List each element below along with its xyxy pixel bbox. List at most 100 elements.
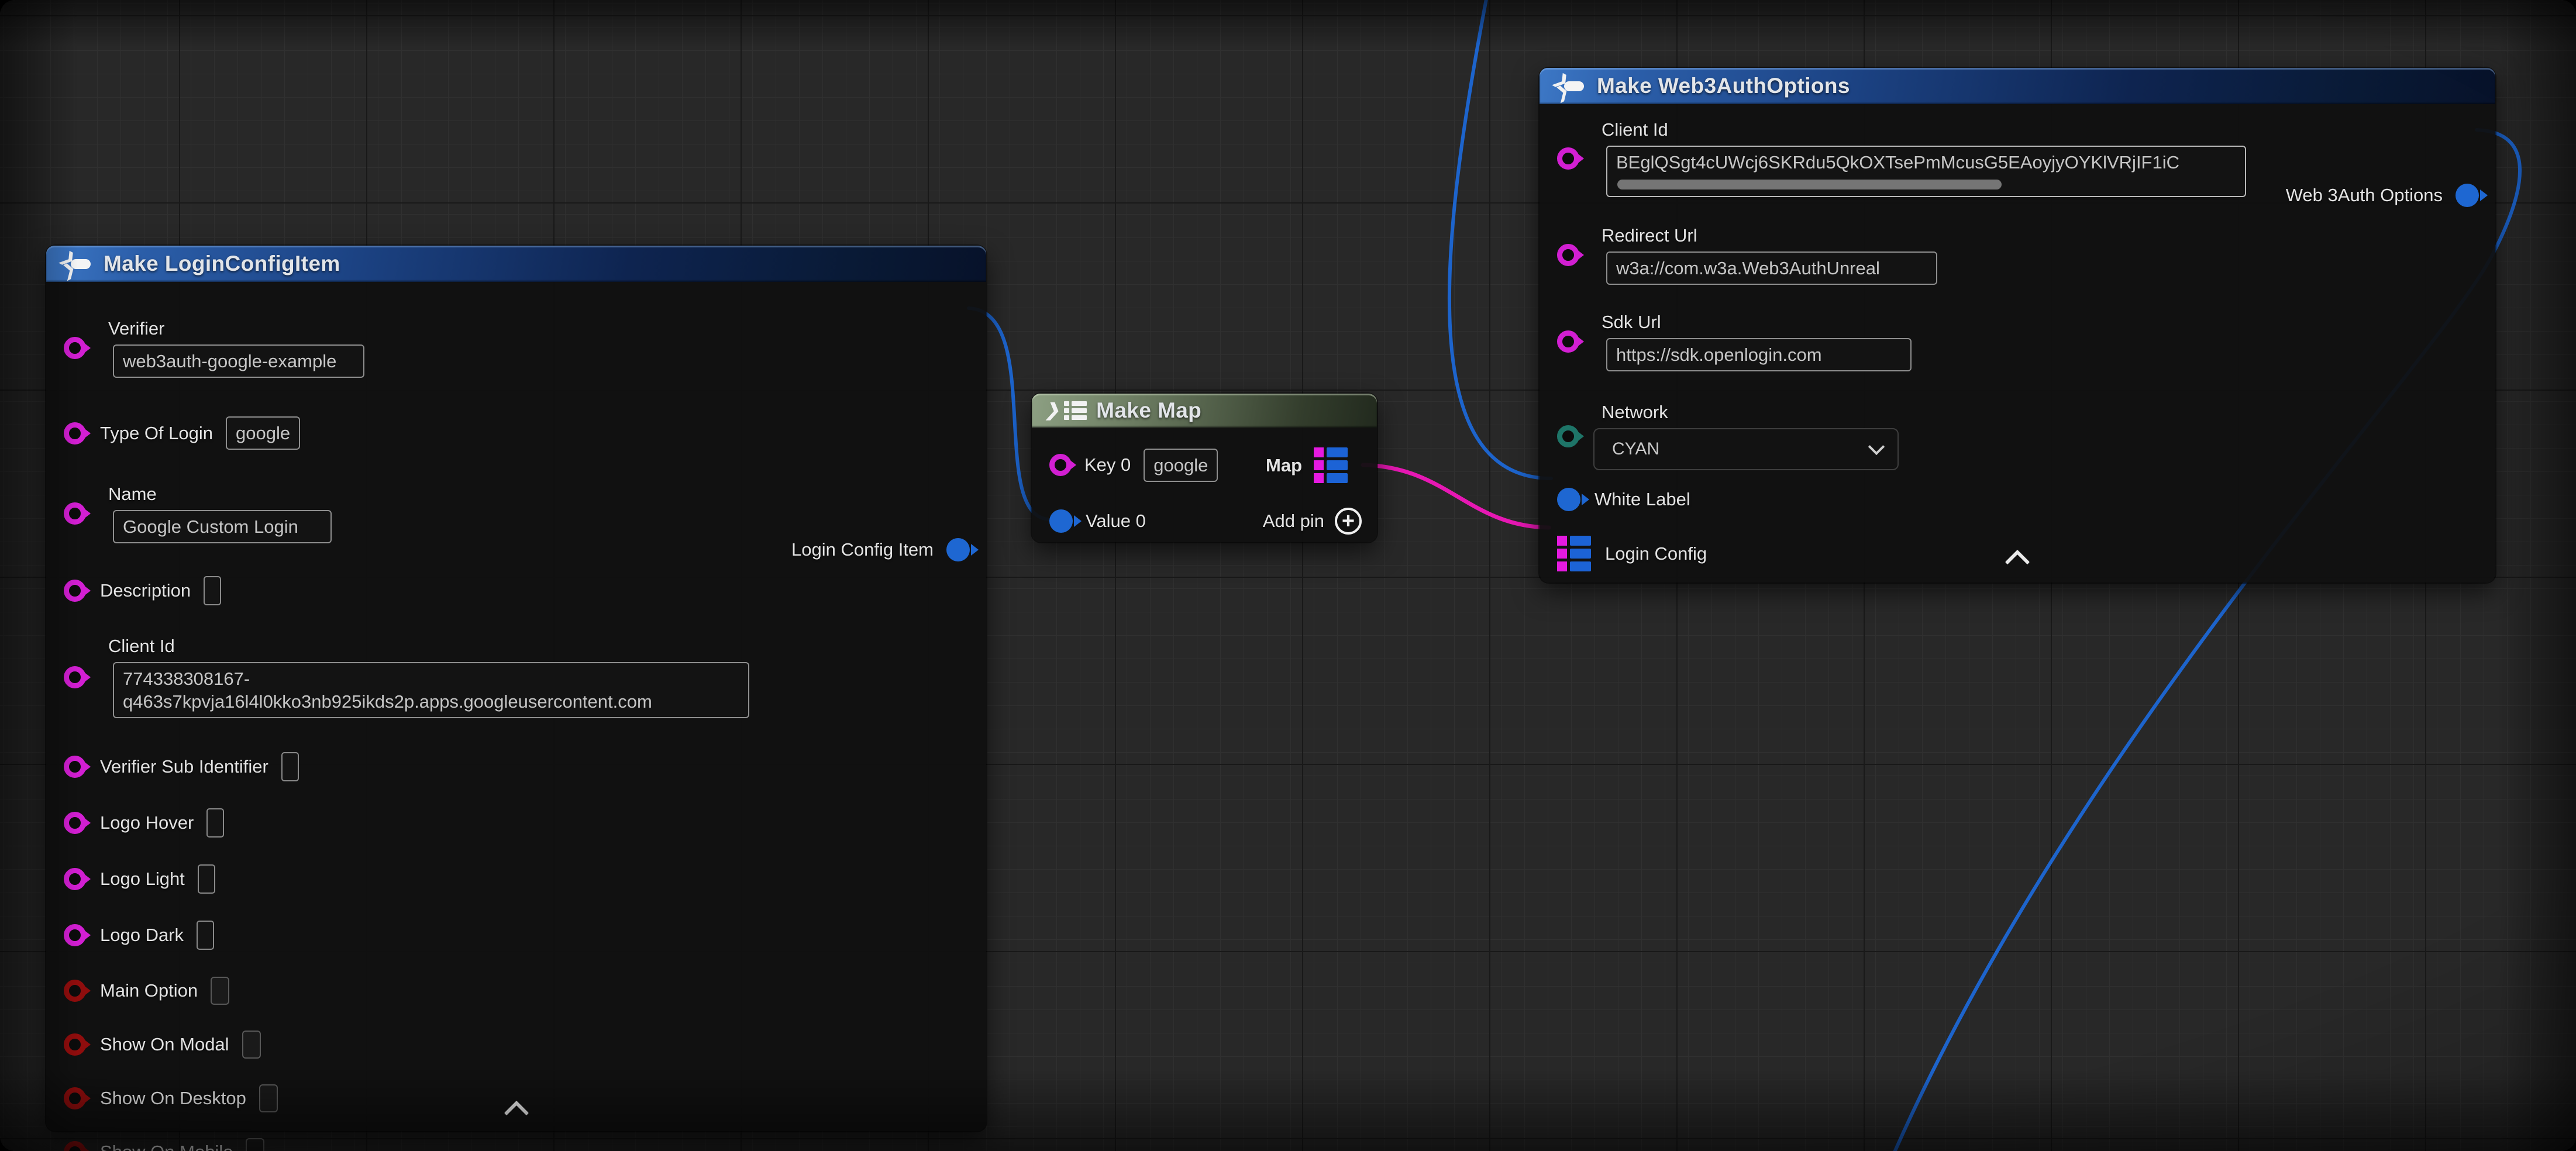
pin-row-show-on-desktop: Show On Desktop (46, 1084, 986, 1112)
network-selected-value: CYAN (1612, 439, 1659, 459)
bool-pin[interactable] (64, 1141, 86, 1151)
make-struct-icon: ❯❯ (1555, 73, 1585, 99)
pin-row-show-on-mobile: Show On Mobile (46, 1138, 986, 1151)
make-struct-icon: ❯❯ (61, 251, 92, 277)
node-make-web3authoptions[interactable]: ❯❯ Make Web3AuthOptions Web 3Auth Option… (1540, 68, 2495, 583)
pin-row-sdk-url: Sdk Url https://sdk.openlogin.com (1540, 312, 2495, 371)
pin-row-network: Network CYAN (1540, 402, 2495, 470)
pin-label: Verifier (108, 318, 364, 339)
row-key0-map: Key 0 google Map (1032, 447, 1377, 483)
pin-label: Redirect Url (1602, 225, 1937, 246)
bool-pin[interactable] (64, 1033, 86, 1056)
string-pin[interactable] (1049, 454, 1072, 476)
pin-row-verifier-sub-identifier: Verifier Sub Identifier (46, 752, 986, 781)
bool-pin[interactable] (64, 980, 86, 1002)
client-id-text: BEglQSgt4cUWcj6SKRdu5QkOXTsePmMcusG5EAoy… (1616, 151, 2236, 174)
show-on-modal-checkbox[interactable] (242, 1031, 261, 1059)
pin-row-logo-light: Logo Light (46, 864, 986, 894)
pin-label: Login Config (1605, 543, 1707, 564)
main-option-checkbox[interactable] (211, 977, 229, 1005)
string-pin[interactable] (1557, 330, 1579, 353)
pin-label: Key 0 (1084, 454, 1131, 475)
redirect-url-input[interactable]: w3a://com.w3a.Web3AuthUnreal (1606, 251, 1937, 285)
pin-row-logo-hover: Logo Hover (46, 808, 986, 838)
pin-label: Logo Hover (100, 812, 194, 833)
string-pin[interactable] (64, 422, 86, 444)
pin-label: Name (108, 484, 332, 505)
pin-label: Show On Modal (100, 1034, 229, 1055)
show-on-mobile-checkbox[interactable] (246, 1138, 264, 1151)
horizontal-scrollbar[interactable] (1617, 180, 2002, 189)
pin-label: Logo Light (100, 869, 185, 890)
network-dropdown[interactable]: CYAN (1593, 428, 1899, 470)
node-title: Make Map (1096, 398, 1201, 423)
logo-dark-input[interactable] (197, 921, 214, 950)
plus-icon: + (1335, 508, 1362, 535)
string-pin[interactable] (64, 502, 86, 525)
pin-label: Client Id (1602, 119, 2246, 140)
string-pin[interactable] (64, 924, 86, 946)
node-make-loginconfigitem[interactable]: ❯❯ Make LoginConfigItem Login Config Ite… (46, 246, 986, 1131)
type-of-login-input[interactable]: google (226, 416, 300, 450)
node-title: Make Web3AuthOptions (1597, 74, 1850, 98)
pin-row-type-of-login: Type Of Login google (46, 416, 986, 450)
logo-hover-input[interactable] (206, 808, 224, 838)
pin-label: Value 0 (1086, 511, 1146, 532)
add-pin-button[interactable]: Add pin + (1263, 508, 1362, 535)
pin-row-verifier: Verifier web3auth-google-example (46, 282, 986, 378)
node-make-map[interactable]: ❯ Make Map Key 0 google Map Value 0 Add (1032, 394, 1377, 542)
pin-label: Show On Desktop (100, 1088, 246, 1109)
struct-pin[interactable] (1049, 509, 1073, 533)
wire-top-to-whitelabel[interactable] (1449, 0, 1551, 478)
pin-label: Description (100, 580, 191, 601)
node-header-make-loginconfigitem[interactable]: ❯❯ Make LoginConfigItem (46, 246, 986, 282)
pin-row-white-label: White Label (1540, 488, 2495, 511)
string-pin[interactable] (1557, 244, 1579, 266)
string-pin[interactable] (1557, 147, 1579, 170)
show-on-desktop-checkbox[interactable] (259, 1084, 278, 1112)
client-id-input[interactable]: 774338308167-q463s7kpvja16l4l0kko3nb925i… (113, 662, 749, 718)
pin-row-main-option: Main Option (46, 977, 986, 1005)
description-input[interactable] (204, 576, 221, 605)
pin-row-show-on-modal: Show On Modal (46, 1031, 986, 1059)
node-header-make-map[interactable]: ❯ Make Map (1032, 394, 1377, 428)
client-id-input[interactable]: BEglQSgt4cUWcj6SKRdu5QkOXTsePmMcusG5EAoy… (1606, 146, 2246, 197)
chevron-down-icon (1868, 439, 1885, 455)
struct-pin[interactable] (1557, 488, 1580, 511)
verifier-input[interactable]: web3auth-google-example (113, 344, 364, 378)
string-pin[interactable] (64, 580, 86, 602)
verifier-sub-identifier-input[interactable] (281, 752, 299, 781)
pin-label: Main Option (100, 980, 198, 1001)
enum-pin[interactable] (1557, 425, 1579, 447)
string-pin[interactable] (64, 666, 86, 688)
pin-row-client-id: Client Id BEglQSgt4cUWcj6SKRdu5QkOXTsePm… (1540, 104, 2495, 197)
pin-row-redirect-url: Redirect Url w3a://com.w3a.Web3AuthUnrea… (1540, 225, 2495, 285)
output-pin-label: Map (1266, 455, 1302, 476)
node-header-make-web3authoptions[interactable]: ❯❯ Make Web3AuthOptions (1540, 68, 2495, 104)
pin-label: Sdk Url (1602, 312, 1912, 333)
pin-row-description: Description (46, 576, 986, 605)
pin-row-login-config: Login Config (1540, 536, 2495, 571)
logo-light-input[interactable] (198, 864, 215, 894)
map-output-pin[interactable] (1314, 447, 1348, 483)
name-input[interactable]: Google Custom Login (113, 510, 332, 543)
pin-row-logo-dark: Logo Dark (46, 921, 986, 950)
pin-label: Show On Mobile (100, 1142, 233, 1151)
string-pin[interactable] (64, 812, 86, 834)
pin-label: Verifier Sub Identifier (100, 756, 268, 777)
pin-label: Client Id (108, 636, 749, 657)
map-input-pin[interactable] (1557, 536, 1591, 571)
make-map-icon: ❯ (1045, 401, 1087, 420)
blueprint-graph-canvas[interactable]: ❯❯ Make LoginConfigItem Login Config Ite… (0, 0, 2576, 1151)
bool-pin[interactable] (64, 1087, 86, 1109)
pin-label: Network (1602, 402, 1899, 423)
key0-input[interactable]: google (1144, 449, 1218, 482)
string-pin[interactable] (64, 756, 86, 778)
string-pin[interactable] (64, 868, 86, 890)
node-title: Make LoginConfigItem (104, 251, 340, 276)
pin-label: Logo Dark (100, 925, 184, 946)
string-pin[interactable] (64, 337, 86, 359)
pin-row-name: Name Google Custom Login (46, 484, 986, 543)
add-pin-label: Add pin (1263, 511, 1324, 532)
sdk-url-input[interactable]: https://sdk.openlogin.com (1606, 338, 1912, 371)
